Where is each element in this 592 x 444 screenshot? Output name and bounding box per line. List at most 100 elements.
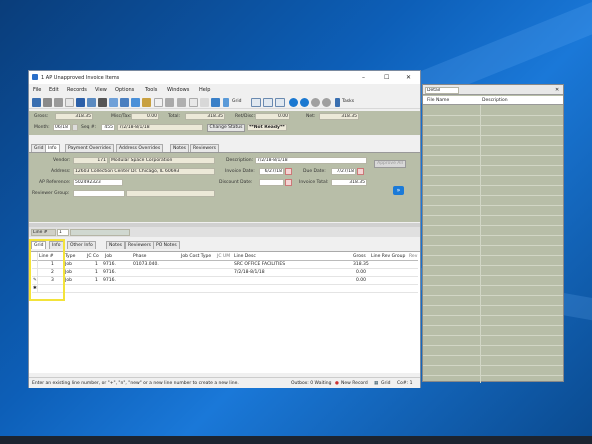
menu-bar: File Edit Records View Options Tools Win… [29, 85, 420, 94]
next-record-icon[interactable] [311, 98, 320, 107]
tab-notes[interactable]: Notes [170, 144, 189, 152]
detail-col-description[interactable]: Description [482, 98, 508, 103]
refresh-alt-icon[interactable] [131, 98, 140, 107]
grid-view-icon[interactable] [223, 98, 229, 107]
filter-icon[interactable] [189, 98, 198, 107]
change-status-button[interactable]: Change Status [207, 124, 245, 132]
tab-reviewers[interactable]: Reviewers [190, 144, 220, 152]
grid-header-jcco[interactable]: JC Co [87, 254, 99, 259]
ap-reference-field[interactable]: 502492323 [73, 179, 123, 186]
menu-options[interactable]: Options [115, 87, 134, 93]
grid-dropdown[interactable]: Grid [232, 99, 241, 104]
detail-dropdown[interactable]: Detail [425, 87, 459, 94]
attach-icon[interactable] [43, 98, 52, 107]
tasks-icon[interactable] [335, 98, 340, 107]
due-date-field[interactable]: 7/27/18 [331, 168, 356, 175]
approve-all-button[interactable]: Approve All [374, 160, 406, 168]
calendar-icon[interactable] [357, 168, 364, 175]
grid-header-phase[interactable]: Phase [133, 254, 146, 259]
layout-2-icon[interactable] [263, 98, 273, 107]
cell-desc: 7/2/18-8/1/18 [234, 270, 265, 275]
calendar-icon[interactable] [285, 168, 292, 175]
tab-lines-reviewers[interactable]: Reviewers [125, 241, 155, 249]
reviewer-group-desc-field [126, 190, 215, 197]
reviewer-group-field[interactable] [73, 190, 125, 197]
clear-icon[interactable] [177, 98, 186, 107]
grid-header-job-cost-type[interactable]: Job Cost Type [181, 254, 211, 259]
check-icon[interactable] [211, 98, 220, 107]
grid-header-jcum[interactable]: JC UM [217, 254, 230, 259]
last-record-icon[interactable] [322, 98, 331, 107]
paste-icon[interactable] [165, 98, 174, 107]
invoice-total-field[interactable]: 318.35 [331, 179, 367, 186]
grid-header-rev[interactable]: Rev [409, 254, 417, 259]
tasks-dropdown[interactable]: Tasks [342, 99, 354, 104]
detail-row-line [423, 335, 563, 336]
summary-description-field: 7/2/18-8/1/18 [117, 124, 203, 131]
grid-header-line-rev-group[interactable]: Line Rev Group [371, 254, 405, 259]
save-all-icon[interactable] [87, 98, 96, 107]
close-button[interactable]: ✕ [406, 74, 411, 81]
tab-address-overrides[interactable]: Address Overrides [116, 144, 164, 152]
tab-info[interactable]: Info [45, 144, 60, 152]
grid-header-line-desc[interactable]: Line Desc [234, 254, 256, 259]
search-icon[interactable] [142, 98, 151, 107]
refresh-icon[interactable] [120, 98, 129, 107]
invoice-total-label: Invoice Total: [299, 180, 329, 185]
line-number-field[interactable]: 1 [57, 229, 69, 236]
minimize-button[interactable]: – [362, 74, 365, 81]
gross-field: 318.35 [55, 113, 93, 120]
maximize-button[interactable]: ☐ [384, 74, 389, 81]
tab-lines-notes[interactable]: Notes [106, 241, 125, 249]
vendor-name-field: Modular Space Corporation [109, 157, 215, 164]
first-record-icon[interactable] [289, 98, 298, 107]
header-info-panel: Vendor: 171 Modular Space Corporation Ad… [29, 152, 420, 222]
month-field[interactable]: 06/18 [53, 124, 71, 131]
edit-icon[interactable] [32, 98, 41, 107]
detail-panel: Detail ✕ File Name Description [422, 84, 564, 383]
lines-grid: Line # Type JC Co Job Phase Job Cost Typ… [29, 251, 420, 373]
detail-col-file-name[interactable]: File Name [427, 98, 449, 103]
cell-job: 9716. [103, 278, 116, 283]
due-date-label: Due Date: [303, 169, 326, 174]
previous-record-icon[interactable] [300, 98, 309, 107]
save-icon[interactable] [76, 98, 85, 107]
new-record-icon: ● [335, 381, 339, 386]
menu-edit[interactable]: Edit [49, 87, 59, 93]
invoice-date-field[interactable]: 6/27/18 [259, 168, 284, 175]
tab-payment-overrides[interactable]: Payment Overrides [65, 144, 114, 152]
copy-icon[interactable] [154, 98, 163, 107]
layout-1-icon[interactable] [251, 98, 261, 107]
grid-header-job[interactable]: Job [105, 254, 112, 259]
detail-row-line [423, 345, 563, 346]
month-dropdown-icon[interactable] [72, 124, 78, 131]
grid-header-type[interactable]: Type [65, 254, 75, 259]
grid-header-gross[interactable]: Gross [353, 254, 366, 259]
new-icon[interactable] [65, 98, 74, 107]
detail-row-line [423, 275, 563, 276]
tab-po-notes[interactable]: PO Notes [153, 241, 180, 249]
layout-3-icon[interactable] [275, 98, 285, 107]
menu-records[interactable]: Records [67, 87, 87, 93]
cell-type: Job [65, 270, 72, 275]
detail-close-icon[interactable]: ✕ [555, 87, 559, 93]
undo-icon[interactable] [109, 98, 118, 107]
description-field[interactable]: 7/2/18-8/1/18 [255, 157, 367, 164]
delete-icon[interactable] [98, 98, 107, 107]
discount-date-field[interactable] [259, 179, 284, 186]
retdisc-label: Ret/Disc: [235, 114, 256, 119]
grid-divider [32, 276, 418, 277]
menu-help[interactable]: Help [199, 87, 210, 93]
next-arrow-icon[interactable]: » [393, 186, 404, 195]
print-icon[interactable] [54, 98, 63, 107]
calendar-icon[interactable] [285, 179, 292, 186]
seq-field[interactable]: 455 [101, 124, 115, 131]
menu-file[interactable]: File [33, 87, 41, 93]
company-status: Co#: 1 [397, 381, 413, 386]
menu-tools[interactable]: Tools [145, 87, 157, 93]
menu-view[interactable]: View [95, 87, 107, 93]
menu-windows[interactable]: Windows [167, 87, 189, 93]
vendor-number-field[interactable]: 171 [73, 157, 108, 164]
report-icon[interactable] [200, 98, 209, 107]
tab-other-info[interactable]: Other Info [67, 241, 96, 249]
